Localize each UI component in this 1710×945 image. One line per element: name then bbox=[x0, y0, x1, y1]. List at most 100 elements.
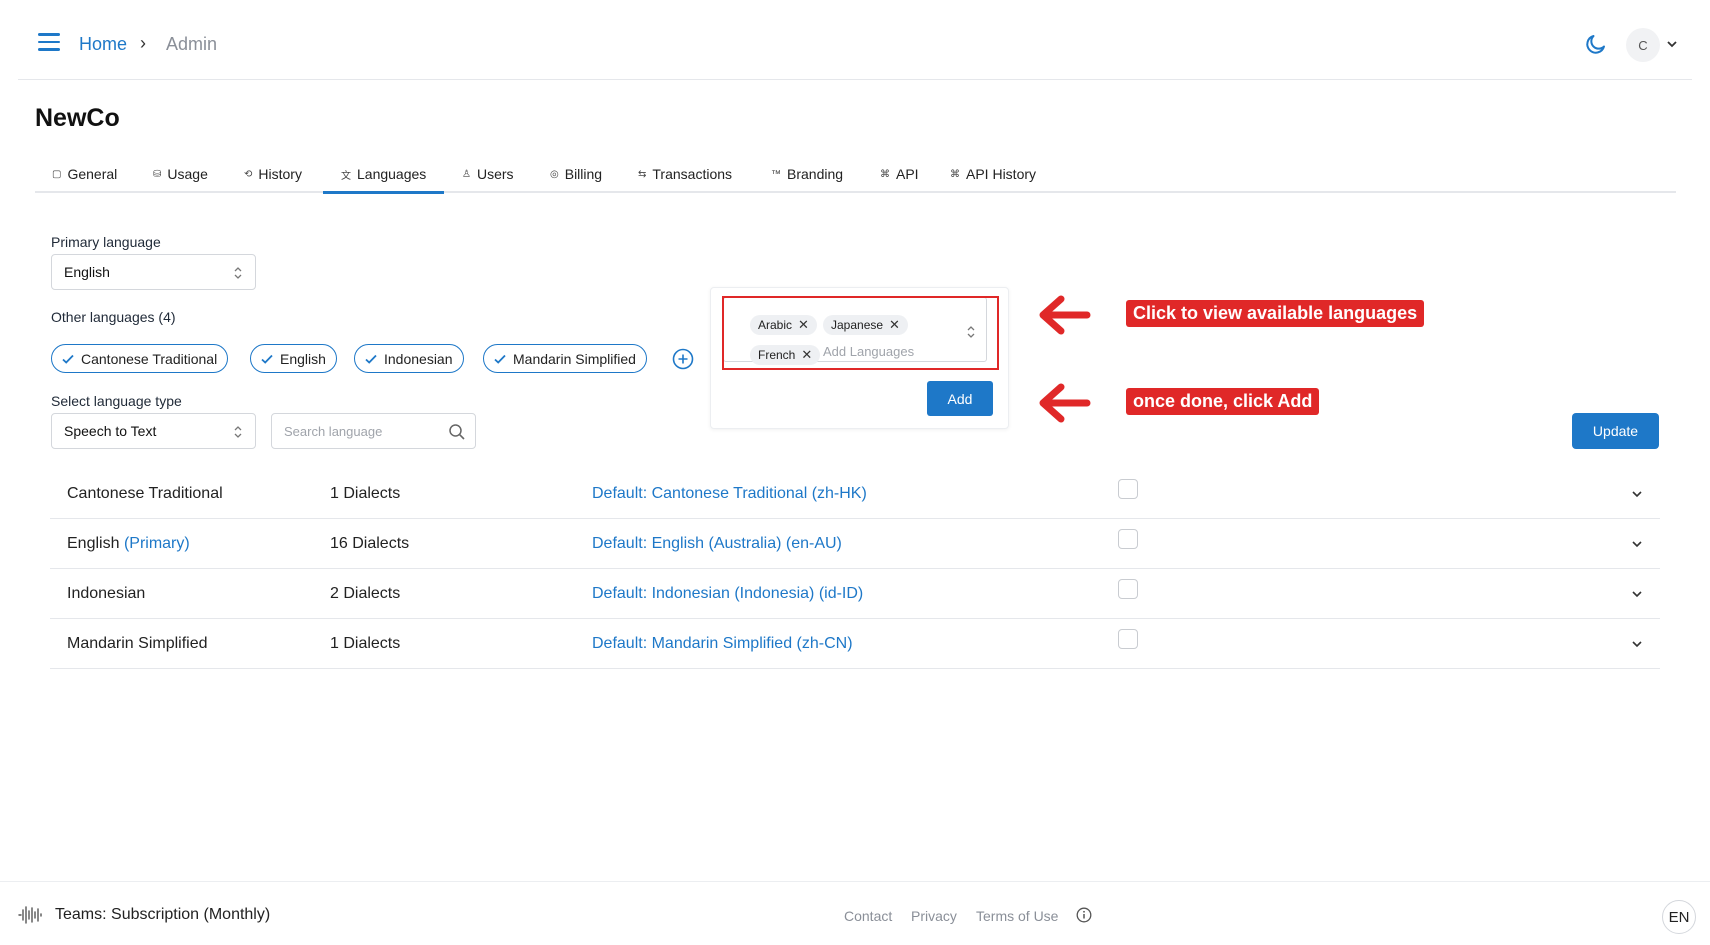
tab-history[interactable]: ⟲ History bbox=[244, 166, 302, 182]
footer-link-privacy[interactable]: Privacy bbox=[911, 908, 957, 924]
chip-label: Cantonese Traditional bbox=[81, 350, 218, 367]
row-checkbox[interactable] bbox=[1118, 629, 1138, 649]
chevron-down-icon[interactable] bbox=[1665, 37, 1679, 51]
table-row[interactable]: Cantonese Traditional 1 Dialects Default… bbox=[50, 469, 1660, 519]
footer: Teams: Subscription (Monthly) Contact Pr… bbox=[0, 881, 1710, 945]
tab-label: API History bbox=[966, 166, 1037, 182]
primary-badge: (Primary) bbox=[123, 535, 190, 552]
update-button[interactable]: Update bbox=[1572, 413, 1659, 449]
language-name: Cantonese Traditional bbox=[67, 485, 223, 503]
tab-usage[interactable]: ⛁ Usage bbox=[153, 166, 208, 182]
dialect-count: 1 Dialects bbox=[330, 635, 401, 652]
avatar[interactable]: C bbox=[1626, 28, 1660, 62]
add-circle-icon[interactable] bbox=[672, 348, 694, 370]
default-dialect-link[interactable]: Default: Mandarin Simplified (zh-CN) bbox=[592, 635, 853, 653]
language-chip[interactable]: English bbox=[250, 344, 337, 373]
tab-general[interactable]: ▢ General bbox=[52, 166, 117, 182]
trademark-icon: ™ bbox=[771, 168, 781, 180]
square-icon: ▢ bbox=[52, 168, 62, 180]
api-icon: ⌘ bbox=[950, 168, 960, 180]
table-row[interactable]: English (Primary) 16 Dialects Default: E… bbox=[50, 519, 1660, 569]
active-tab-indicator bbox=[323, 191, 444, 194]
tab-api[interactable]: ⌘ API bbox=[880, 166, 919, 182]
translate-icon: 文 bbox=[341, 170, 351, 182]
tab-label: General bbox=[67, 166, 118, 182]
tab-label: Users bbox=[476, 166, 514, 182]
language-chip[interactable]: Cantonese Traditional bbox=[51, 344, 229, 373]
annotation-arrow-icon bbox=[1039, 383, 1091, 423]
add-button[interactable]: Add bbox=[927, 381, 993, 416]
cylinder-icon: ⛁ bbox=[153, 168, 162, 180]
other-languages-label: Other languages (4) bbox=[51, 309, 176, 325]
language-type-select[interactable]: Speech to Text bbox=[51, 413, 256, 449]
chip-label: English bbox=[280, 350, 326, 367]
row-checkbox[interactable] bbox=[1118, 579, 1138, 599]
hamburger-icon[interactable] bbox=[38, 33, 60, 53]
default-dialect-link[interactable]: Default: Cantonese Traditional (zh-HK) bbox=[592, 485, 867, 503]
chevron-down-icon[interactable] bbox=[1630, 637, 1644, 651]
chip-label: Indonesian bbox=[384, 350, 453, 367]
top-bar: Home › Admin C bbox=[18, 0, 1692, 80]
footer-link-terms[interactable]: Terms of Use bbox=[976, 908, 1058, 924]
primary-language-value: English bbox=[64, 264, 110, 280]
tab-transactions[interactable]: ⇆ Transactions bbox=[638, 166, 732, 182]
tab-label: Branding bbox=[787, 166, 844, 182]
page-title: NewCo bbox=[35, 104, 120, 132]
info-icon[interactable] bbox=[1076, 907, 1092, 923]
annotation-highlight-box bbox=[722, 296, 999, 370]
dialect-count: 1 Dialects bbox=[330, 485, 401, 502]
chevron-down-icon[interactable] bbox=[1630, 587, 1644, 601]
annotation-callout: Click to view available languages bbox=[1126, 300, 1425, 327]
language-chip[interactable]: Indonesian bbox=[354, 344, 464, 373]
check-icon bbox=[261, 354, 273, 364]
default-dialect-link[interactable]: Default: Indonesian (Indonesia) (id-ID) bbox=[592, 585, 863, 603]
annotation-arrow-icon bbox=[1039, 295, 1091, 335]
breadcrumb-home[interactable]: Home bbox=[79, 34, 127, 55]
user-icon: ♙ bbox=[462, 168, 471, 180]
tab-label: Languages bbox=[357, 166, 427, 182]
row-checkbox[interactable] bbox=[1118, 529, 1138, 549]
table-row[interactable]: Mandarin Simplified 1 Dialects Default: … bbox=[50, 619, 1660, 669]
subscription-plan: Teams: Subscription (Monthly) bbox=[55, 906, 271, 923]
tab-label: Usage bbox=[167, 166, 208, 182]
check-icon bbox=[365, 354, 377, 364]
tab-languages[interactable]: 文 Languages bbox=[341, 166, 426, 182]
language-name-text: English bbox=[67, 535, 120, 552]
tab-label: Transactions bbox=[652, 166, 733, 182]
tab-api-history[interactable]: ⌘ API History bbox=[950, 166, 1036, 182]
add-languages-popover: Arabic ✕ Japanese ✕ French ✕ Add bbox=[710, 287, 1009, 429]
search-icon[interactable] bbox=[448, 423, 466, 441]
language-name: Mandarin Simplified bbox=[67, 635, 208, 653]
language-name-text: Cantonese Traditional bbox=[67, 485, 223, 502]
table-row[interactable]: Indonesian 2 Dialects Default: Indonesia… bbox=[50, 569, 1660, 619]
tab-branding[interactable]: ™ Branding bbox=[771, 166, 843, 182]
annotation-callout: once done, click Add bbox=[1126, 388, 1320, 415]
search-input[interactable] bbox=[272, 414, 432, 448]
language-name-text: Mandarin Simplified bbox=[67, 635, 208, 652]
tab-bar: ▢ General ⛁ Usage ⟲ History 文 Languages ♙ Use… bbox=[35, 160, 1676, 194]
row-checkbox[interactable] bbox=[1118, 479, 1138, 499]
waveform-logo-icon bbox=[18, 906, 42, 924]
default-dialect-link[interactable]: Default: English (Australia) (en-AU) bbox=[592, 535, 842, 553]
chevron-down-icon[interactable] bbox=[1630, 487, 1644, 501]
chevron-down-icon[interactable] bbox=[1630, 537, 1644, 551]
tab-billing[interactable]: ◎ Billing bbox=[550, 166, 602, 182]
tab-label: Billing bbox=[564, 166, 603, 182]
language-switcher[interactable]: EN bbox=[1662, 900, 1696, 934]
footer-link-contact[interactable]: Contact bbox=[844, 908, 892, 924]
tab-users[interactable]: ♙ Users bbox=[462, 166, 514, 182]
language-type-label: Select language type bbox=[51, 393, 182, 409]
tab-label: API bbox=[896, 166, 919, 182]
language-name: Indonesian bbox=[67, 585, 145, 603]
tab-label: History bbox=[258, 166, 302, 182]
primary-language-select[interactable]: English bbox=[51, 254, 256, 290]
dialect-count: 2 Dialects bbox=[330, 585, 401, 602]
updown-icon bbox=[234, 426, 242, 438]
check-icon bbox=[62, 354, 74, 364]
api-icon: ⌘ bbox=[880, 168, 890, 180]
breadcrumb-current: Admin bbox=[166, 34, 218, 54]
moon-icon[interactable] bbox=[1584, 32, 1608, 56]
coins-icon: ◎ bbox=[550, 168, 559, 180]
language-chip[interactable]: Mandarin Simplified bbox=[483, 344, 647, 373]
language-search bbox=[271, 413, 476, 449]
